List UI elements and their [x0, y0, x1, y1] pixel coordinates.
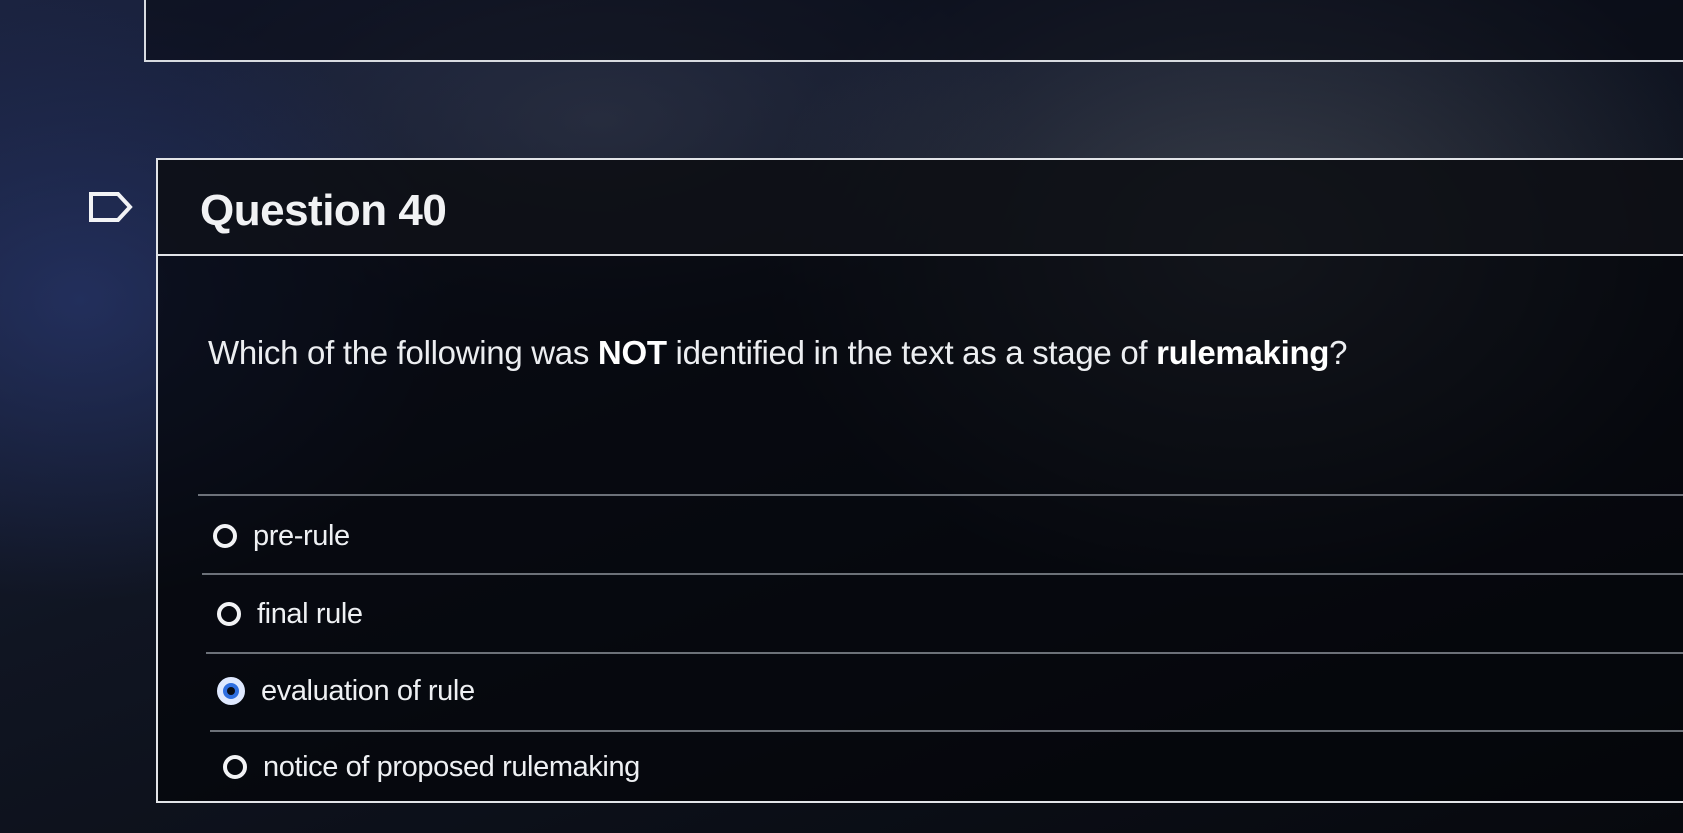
answer-label: final rule: [257, 597, 363, 630]
radio-checked-icon[interactable]: [217, 677, 245, 705]
question-card: Question 40 Which of the following was N…: [156, 158, 1683, 803]
prompt-text-3: ?: [1329, 334, 1348, 371]
question-header: Question 40: [158, 160, 1683, 256]
prompt-emphasis-not: NOT: [597, 334, 667, 371]
previous-question-panel: [144, 0, 1683, 62]
answer-divider: [202, 573, 1683, 575]
radio-empty-icon[interactable]: [217, 602, 241, 626]
answer-label: evaluation of rule: [261, 674, 475, 707]
answer-option-pre-rule[interactable]: pre-rule: [213, 511, 350, 561]
answer-label: notice of proposed rulemaking: [263, 750, 640, 783]
answer-label: pre-rule: [253, 519, 350, 552]
answer-divider: [206, 652, 1683, 654]
question-prompt: Which of the following was NOT identifie…: [208, 334, 1348, 372]
radio-empty-icon[interactable]: [213, 524, 237, 548]
answers-top-divider: [198, 494, 1683, 496]
screen: Question 40 Which of the following was N…: [0, 0, 1683, 833]
question-title: Question 40: [200, 186, 447, 235]
prompt-text-2: identified in the text as a stage of: [666, 334, 1157, 371]
answer-divider: [210, 730, 1683, 732]
answer-option-final-rule[interactable]: final rule: [217, 589, 363, 639]
flag-outline-icon[interactable]: [88, 191, 134, 223]
prompt-emphasis-rulemaking: rulemaking: [1156, 334, 1330, 371]
prompt-text-1: Which of the following was: [208, 334, 598, 371]
answer-option-notice-of-proposed-rulemaking[interactable]: notice of proposed rulemaking: [223, 742, 640, 792]
radio-empty-icon[interactable]: [223, 755, 247, 779]
answer-option-evaluation-of-rule[interactable]: evaluation of rule: [217, 666, 475, 716]
